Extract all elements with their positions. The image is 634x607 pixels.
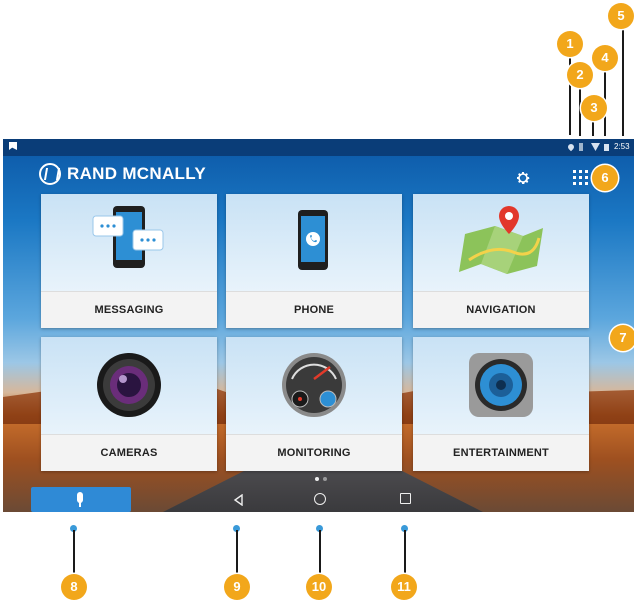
- gauge-icon: [282, 353, 346, 417]
- manual-illustration: 2:53 RAND MCNALLY MESSAGING PHONE NAVIGA…: [0, 0, 634, 607]
- leader-line: [73, 530, 75, 575]
- tile-art: [413, 194, 589, 291]
- tile-label: NAVIGATION: [413, 291, 589, 328]
- callout-8: 8: [61, 574, 87, 600]
- home-button[interactable]: [314, 493, 326, 505]
- tile-messaging[interactable]: MESSAGING: [41, 194, 217, 328]
- tile-art: [41, 337, 217, 434]
- status-time: 2:53: [614, 142, 630, 151]
- tile-art: [226, 337, 402, 434]
- device-screen: 2:53 RAND MCNALLY MESSAGING PHONE NAVIGA…: [3, 139, 634, 512]
- camera-lens-icon: [97, 353, 161, 417]
- logo-emblem-icon: [39, 163, 61, 185]
- tile-cameras[interactable]: CAMERAS: [41, 337, 217, 471]
- navigation-map-icon: [459, 206, 543, 274]
- callout-10: 10: [306, 574, 332, 600]
- tile-art: [226, 194, 402, 291]
- brand-logo: RAND MCNALLY: [39, 163, 206, 185]
- tile-label: MESSAGING: [41, 291, 217, 328]
- leader-line: [404, 530, 406, 575]
- tile-navigation[interactable]: NAVIGATION: [413, 194, 589, 328]
- callout-11: 11: [391, 574, 417, 600]
- back-icon: [233, 493, 243, 507]
- recents-button[interactable]: [400, 493, 411, 504]
- battery-icon: [604, 144, 609, 151]
- tile-monitoring[interactable]: MONITORING: [226, 337, 402, 471]
- callout-6: 6: [592, 165, 618, 191]
- callout-2: 2: [567, 62, 593, 88]
- tile-label: CAMERAS: [41, 434, 217, 471]
- callout-9: 9: [224, 574, 250, 600]
- voice-button[interactable]: [31, 487, 131, 512]
- tile-label: PHONE: [226, 291, 402, 328]
- location-icon: [566, 142, 576, 152]
- callout-4: 4: [592, 45, 618, 71]
- wifi-icon: [591, 143, 600, 151]
- apps-grid-button[interactable]: [573, 170, 588, 185]
- speaker-icon: [469, 353, 533, 417]
- messaging-icon: [92, 206, 164, 268]
- bluetooth-icon: [579, 143, 583, 151]
- tile-phone[interactable]: PHONE: [226, 194, 402, 328]
- page-indicator: [315, 477, 327, 481]
- tile-entertainment[interactable]: ENTERTAINMENT: [413, 337, 589, 471]
- settings-gear-icon: [517, 172, 530, 184]
- leader-line: [622, 28, 624, 136]
- tile-art: [41, 194, 217, 291]
- leader-line: [236, 530, 238, 575]
- status-bar: 2:53: [3, 139, 634, 156]
- notification-icon[interactable]: [9, 142, 17, 150]
- logo-text: RAND MCNALLY: [67, 164, 206, 183]
- tile-label: MONITORING: [226, 434, 402, 471]
- callout-5: 5: [608, 3, 634, 29]
- callout-1: 1: [557, 31, 583, 57]
- callout-7: 7: [610, 325, 634, 351]
- settings-button[interactable]: [515, 170, 531, 186]
- apps-grid-icon: [573, 170, 576, 173]
- leader-line: [319, 530, 321, 575]
- phone-icon: [298, 210, 328, 270]
- back-button[interactable]: [233, 493, 245, 507]
- tile-label: ENTERTAINMENT: [413, 434, 589, 471]
- callout-3: 3: [581, 95, 607, 121]
- tile-art: [413, 337, 589, 434]
